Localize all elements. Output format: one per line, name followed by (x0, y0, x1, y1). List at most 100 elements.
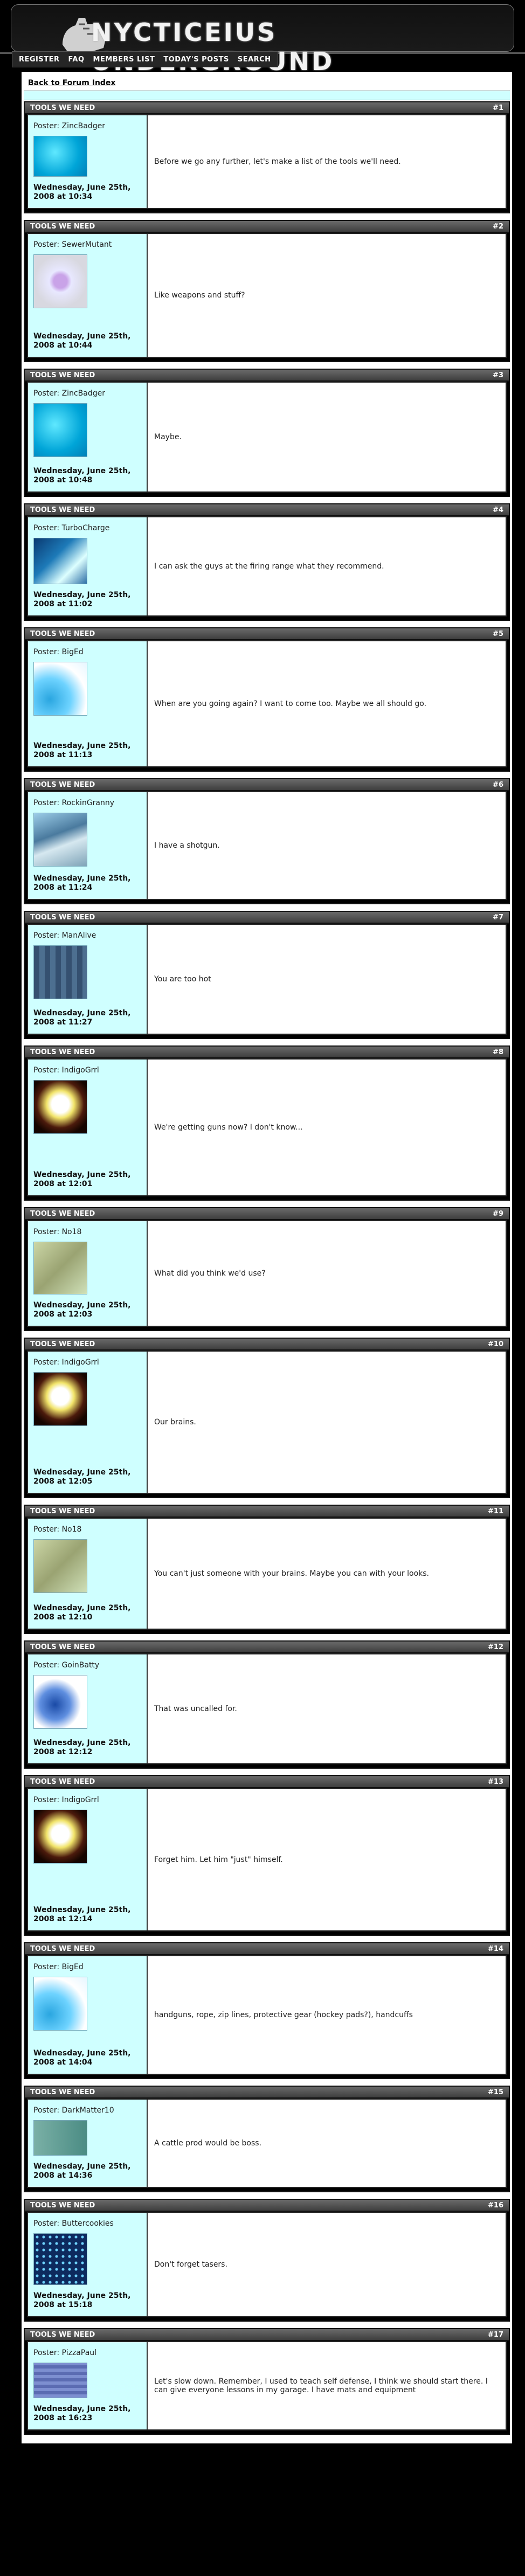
poster-info: Poster: ZincBadger Wednesday, June 25th,… (28, 115, 148, 208)
poster-name[interactable]: Poster: No18 (33, 1525, 141, 1534)
back-to-forum-index-link[interactable]: Back to Forum Index (24, 74, 510, 91)
post: TOOLS WE NEED #14 Poster: BigEd Wednesda… (24, 1942, 510, 2079)
blue-photo-avatar (33, 538, 87, 585)
post-list: TOOLS WE NEED #1 Poster: ZincBadger Wedn… (24, 101, 510, 2435)
post: TOOLS WE NEED #6 Poster: RockinGranny We… (24, 778, 510, 904)
post-header: TOOLS WE NEED #7 (25, 912, 509, 924)
poster-info: Poster: PizzaPaul Wednesday, June 25th, … (28, 2342, 148, 2429)
post: TOOLS WE NEED #7 Poster: ManAlive Wednes… (24, 911, 510, 1039)
poster-name[interactable]: Poster: No18 (33, 1228, 141, 1236)
nav-faq[interactable]: FAQ (68, 56, 85, 64)
post-date: Wednesday, June 25th, 2008 at 11:02 (33, 591, 131, 609)
fence-avatar (33, 2120, 87, 2156)
post-header: TOOLS WE NEED #4 (25, 504, 509, 516)
poster-info: Poster: GoinBatty Wednesday, June 25th, … (28, 1654, 148, 1763)
post: TOOLS WE NEED #13 Poster: IndigoGrrl Wed… (24, 1775, 510, 1936)
post-body: Poster: ZincBadger Wednesday, June 25th,… (27, 114, 507, 209)
nav-todays-posts[interactable]: TODAY'S POSTS (163, 56, 229, 64)
post-message: handguns, rope, zip lines, protective ge… (154, 2011, 413, 2019)
header-banner: NYCTICEIUS UNDERGROUND (11, 4, 514, 76)
post-body: Poster: BigEd Wednesday, June 25th, 2008… (27, 640, 507, 767)
nav-register[interactable]: REGISTER (19, 56, 60, 64)
face-avatar (33, 1372, 87, 1426)
poster-info: Poster: ManAlive Wednesday, June 25th, 2… (28, 925, 148, 1034)
post-header: TOOLS WE NEED #15 (25, 2087, 509, 2099)
poster-name[interactable]: Poster: ManAlive (33, 931, 141, 940)
post-body: Poster: RockinGranny Wednesday, June 25t… (27, 791, 507, 900)
purple-orb-avatar (33, 254, 87, 308)
poster-name[interactable]: Poster: TurboCharge (33, 524, 141, 532)
topic-divider (24, 91, 510, 100)
post-date: Wednesday, June 25th, 2008 at 12:03 (33, 1301, 131, 1319)
poster-name[interactable]: Poster: DarkMatter10 (33, 2106, 141, 2115)
post-message: Our brains. (154, 1418, 196, 1427)
post-number: #5 (493, 629, 503, 638)
poster-name[interactable]: Poster: GoinBatty (33, 1661, 141, 1670)
poster-name[interactable]: Poster: RockinGranny (33, 799, 141, 807)
post-date: Wednesday, June 25th, 2008 at 10:34 (33, 183, 131, 202)
nav-members-list[interactable]: MEMBERS LIST (93, 56, 155, 64)
post: TOOLS WE NEED #9 Poster: No18 Wednesday,… (24, 1207, 510, 1331)
post-number: #6 (493, 780, 503, 789)
poster-name[interactable]: Poster: IndigoGrrl (33, 1066, 141, 1075)
post-title: TOOLS WE NEED (30, 2330, 95, 2339)
post-header: TOOLS WE NEED #8 (25, 1047, 509, 1058)
poster-info: Poster: DarkMatter10 Wednesday, June 25t… (28, 2100, 148, 2187)
post-number: #1 (493, 103, 503, 112)
post-body: Poster: TurboCharge Wednesday, June 25th… (27, 516, 507, 617)
post-date: Wednesday, June 25th, 2008 at 12:10 (33, 1604, 131, 1622)
poster-name[interactable]: Poster: IndigoGrrl (33, 1358, 141, 1367)
post-date: Wednesday, June 25th, 2008 at 15:18 (33, 2291, 131, 2310)
post-title: TOOLS WE NEED (30, 1507, 95, 1515)
splash-avatar (33, 662, 87, 716)
post-number: #11 (488, 1507, 503, 1515)
poster-name[interactable]: Poster: IndigoGrrl (33, 1796, 141, 1804)
splash-avatar (33, 1977, 87, 2031)
post-body: Poster: No18 Wednesday, June 25th, 2008 … (27, 1518, 507, 1630)
post-body: Poster: BigEd Wednesday, June 25th, 2008… (27, 1955, 507, 2075)
post-title: TOOLS WE NEED (30, 913, 95, 922)
post: TOOLS WE NEED #17 Poster: PizzaPaul Wedn… (24, 2328, 510, 2435)
post-number: #7 (493, 913, 503, 922)
poster-name[interactable]: Poster: ZincBadger (33, 122, 141, 130)
poster-name[interactable]: Poster: BigEd (33, 1963, 141, 1971)
post-date: Wednesday, June 25th, 2008 at 11:24 (33, 874, 131, 892)
face-avatar (33, 1810, 87, 1864)
post-title: TOOLS WE NEED (30, 780, 95, 789)
post-date: Wednesday, June 25th, 2008 at 14:36 (33, 2162, 131, 2180)
nav-search[interactable]: SEARCH (238, 56, 271, 64)
post-title: TOOLS WE NEED (30, 2201, 95, 2210)
poster-info: Poster: No18 Wednesday, June 25th, 2008 … (28, 1221, 148, 1326)
poster-name[interactable]: Poster: PizzaPaul (33, 2349, 141, 2357)
post: TOOLS WE NEED #8 Poster: IndigoGrrl Wedn… (24, 1045, 510, 1201)
post-number: #15 (488, 2088, 503, 2096)
post: TOOLS WE NEED #2 Poster: SewerMutant Wed… (24, 220, 510, 362)
mosaic-avatar (33, 2363, 87, 2399)
post: TOOLS WE NEED #15 Poster: DarkMatter10 W… (24, 2086, 510, 2192)
post-date: Wednesday, June 25th, 2008 at 11:27 (33, 1009, 131, 1027)
post-date: Wednesday, June 25th, 2008 at 10:44 (33, 332, 131, 350)
post-title: TOOLS WE NEED (30, 1777, 95, 1786)
post-date: Wednesday, June 25th, 2008 at 12:01 (33, 1171, 131, 1189)
post-message: Maybe. (154, 433, 182, 441)
post-title: TOOLS WE NEED (30, 1209, 95, 1218)
post-body: Poster: ZincBadger Wednesday, June 25th,… (27, 382, 507, 493)
hands-avatar (33, 1242, 87, 1295)
post-header: TOOLS WE NEED #16 (25, 2200, 509, 2212)
poster-info: Poster: IndigoGrrl Wednesday, June 25th,… (28, 1789, 148, 1930)
post-body: Poster: GoinBatty Wednesday, June 25th, … (27, 1653, 507, 1764)
poster-info: Poster: Buttercookies Wednesday, June 25… (28, 2213, 148, 2316)
post-message: Don't forget tasers. (154, 2260, 227, 2269)
post-header: TOOLS WE NEED #2 (25, 221, 509, 233)
poster-name[interactable]: Poster: SewerMutant (33, 240, 141, 249)
post-body: Poster: DarkMatter10 Wednesday, June 25t… (27, 2099, 507, 2188)
poster-name[interactable]: Poster: BigEd (33, 648, 141, 656)
post-title: TOOLS WE NEED (30, 222, 95, 231)
post-date: Wednesday, June 25th, 2008 at 16:23 (33, 2405, 131, 2423)
poster-name[interactable]: Poster: ZincBadger (33, 389, 141, 398)
poster-info: Poster: IndigoGrrl Wednesday, June 25th,… (28, 1352, 148, 1493)
post-number: #17 (488, 2330, 503, 2339)
post-date: Wednesday, June 25th, 2008 at 12:05 (33, 1468, 131, 1486)
post-title: TOOLS WE NEED (30, 103, 95, 112)
poster-name[interactable]: Poster: Buttercookies (33, 2219, 141, 2228)
